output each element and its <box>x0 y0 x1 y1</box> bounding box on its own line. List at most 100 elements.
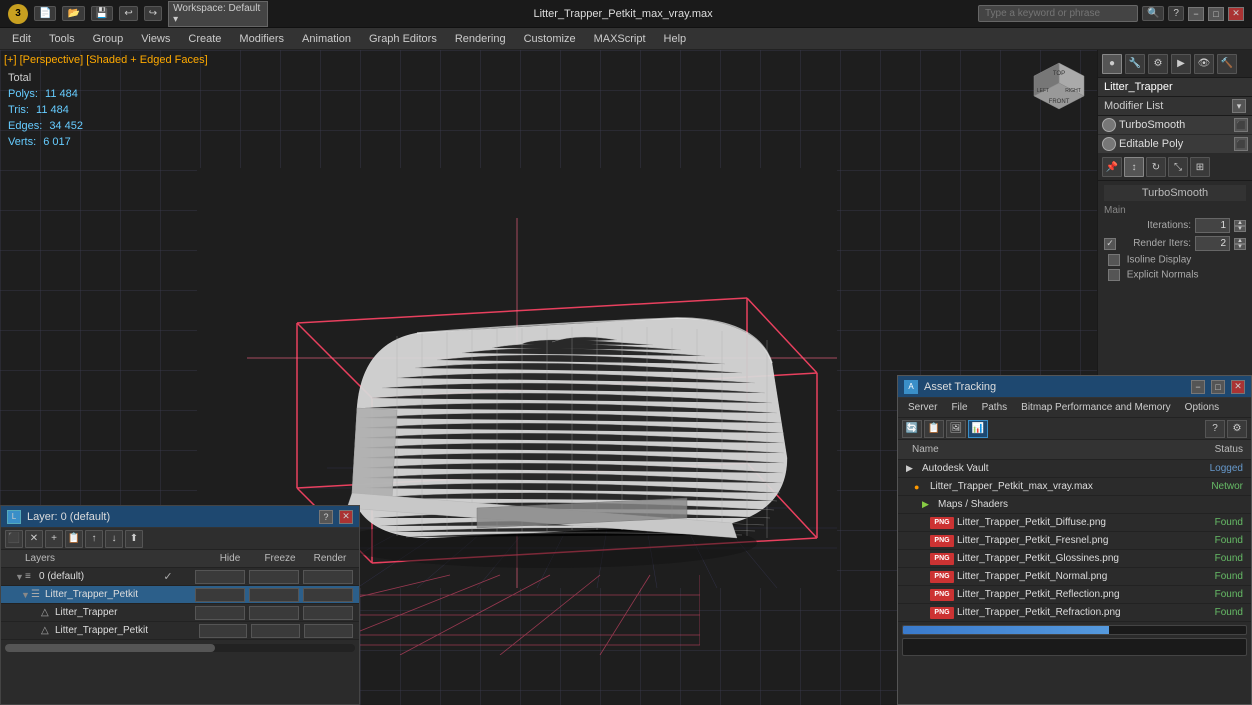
turbosm-explicit-checkbox[interactable] <box>1108 269 1120 281</box>
layers-scrollbar[interactable] <box>5 644 355 652</box>
menu-create[interactable]: Create <box>180 31 229 47</box>
at-menu-paths[interactable]: Paths <box>976 401 1014 414</box>
undo-btn[interactable]: ↩ <box>119 6 137 21</box>
modifier-list-bar[interactable]: Modifier List ▾ <box>1098 97 1252 116</box>
at-tool-settings[interactable]: ⚙ <box>1227 420 1247 438</box>
layers-row-render-2[interactable] <box>303 606 353 620</box>
layers-row-freeze-3[interactable] <box>251 624 300 638</box>
layers-tool-0[interactable]: ⬛ <box>5 530 23 548</box>
layers-row-freeze-2[interactable] <box>249 606 299 620</box>
modifier-list-dropdown[interactable]: ▾ <box>1232 99 1246 113</box>
layers-tool-merge[interactable]: ⬆ <box>125 530 143 548</box>
at-tool-refresh[interactable]: 🔄 <box>902 420 922 438</box>
panel-icon-hierarchy[interactable]: ⚙ <box>1148 54 1168 74</box>
menu-help[interactable]: Help <box>656 31 695 47</box>
layers-row-hide-3[interactable] <box>199 624 248 638</box>
at-row-reflection[interactable]: PNG Litter_Trapper_Petkit_Reflection.png… <box>898 586 1251 604</box>
layers-row-render-1[interactable] <box>303 588 353 602</box>
new-btn[interactable]: 📄 <box>34 6 56 21</box>
transform-rotate[interactable]: ↻ <box>1146 157 1166 177</box>
menu-customize[interactable]: Customize <box>516 31 584 47</box>
search-input[interactable] <box>978 5 1138 22</box>
open-btn[interactable]: 📂 <box>62 6 84 21</box>
minimize-btn[interactable]: − <box>1188 7 1204 21</box>
at-row-normal[interactable]: PNG Litter_Trapper_Petkit_Normal.png Fou… <box>898 568 1251 586</box>
layers-tool-copy[interactable]: 📋 <box>65 530 83 548</box>
at-row-diffuse[interactable]: PNG Litter_Trapper_Petkit_Diffuse.png Fo… <box>898 514 1251 532</box>
at-tool-img[interactable]: 🖼 <box>946 420 966 438</box>
layers-row-hide-0[interactable] <box>195 570 245 584</box>
layers-row-freeze-1[interactable] <box>249 588 299 602</box>
modifier-bulb-edpoly[interactable] <box>1102 137 1116 151</box>
at-row-vault[interactable]: ▶ Autodesk Vault Logged <box>898 460 1251 478</box>
layers-row-render-0[interactable] <box>303 570 353 584</box>
layers-tool-add[interactable]: + <box>45 530 63 548</box>
at-menu-file[interactable]: File <box>945 401 973 414</box>
at-row-maps[interactable]: ▶ Maps / Shaders <box>898 496 1251 514</box>
layers-row-petkit[interactable]: ▼ ☰ Litter_Trapper_Petkit <box>1 586 359 604</box>
at-menu-server[interactable]: Server <box>902 401 943 414</box>
layers-row-render-3[interactable] <box>304 624 353 638</box>
layers-tool-delete[interactable]: ✕ <box>25 530 43 548</box>
menu-group[interactable]: Group <box>85 31 132 47</box>
at-row-fresnel[interactable]: PNG Litter_Trapper_Petkit_Fresnel.png Fo… <box>898 532 1251 550</box>
menu-animation[interactable]: Animation <box>294 31 359 47</box>
transform-offset[interactable]: ⊞ <box>1190 157 1210 177</box>
layers-scrollbar-thumb[interactable] <box>5 644 215 652</box>
transform-move[interactable]: ↕ <box>1124 157 1144 177</box>
menu-graph-editors[interactable]: Graph Editors <box>361 31 445 47</box>
menu-views[interactable]: Views <box>133 31 178 47</box>
transform-scale[interactable]: ⤡ <box>1168 157 1188 177</box>
modifier-bulb-turbosm[interactable] <box>1102 118 1116 132</box>
menu-maxscript[interactable]: MAXScript <box>586 31 654 47</box>
modifier-turbosm[interactable]: TurboSmooth ⬛ <box>1098 116 1252 135</box>
layers-row-hide-1[interactable] <box>195 588 245 602</box>
turbosm-renderiters-checkbox[interactable] <box>1104 238 1116 250</box>
layers-row-petkit-obj[interactable]: △ Litter_Trapper_Petkit <box>1 622 359 640</box>
panel-icon-display2[interactable]: 👁 <box>1194 54 1214 74</box>
workspace-selector[interactable]: Workspace: Default ▾ <box>168 1 268 27</box>
panel-icon-modify[interactable]: 🔧 <box>1125 54 1145 74</box>
nav-cube[interactable]: TOP LEFT RIGHT FRONT <box>1029 58 1089 118</box>
modifier-options-turbosm[interactable]: ⬛ <box>1234 118 1248 132</box>
redo-btn[interactable]: ↪ <box>144 6 162 21</box>
help-btn[interactable]: ? <box>1168 6 1184 21</box>
layers-row-trapper[interactable]: △ Litter_Trapper <box>1 604 359 622</box>
at-min-btn[interactable]: − <box>1191 380 1205 394</box>
turbosm-iterations-input[interactable] <box>1195 218 1230 233</box>
maximize-btn[interactable]: □ <box>1208 7 1224 21</box>
at-row-maxfile[interactable]: ● Litter_Trapper_Petkit_max_vray.max Net… <box>898 478 1251 496</box>
modifier-options-edpoly[interactable]: ⬛ <box>1234 137 1248 151</box>
layers-tool-up[interactable]: ↑ <box>85 530 103 548</box>
turbosm-isoline-checkbox[interactable] <box>1108 254 1120 266</box>
turbosm-iterations-down[interactable]: ▼ <box>1234 226 1246 232</box>
modifier-edpoly[interactable]: Editable Poly ⬛ <box>1098 135 1252 154</box>
at-menu-bitmap[interactable]: Bitmap Performance and Memory <box>1015 401 1177 414</box>
search-btn[interactable]: 🔍 <box>1142 6 1164 21</box>
at-row-refraction[interactable]: PNG Litter_Trapper_Petkit_Refraction.png… <box>898 604 1251 622</box>
save-btn[interactable]: 💾 <box>91 6 113 21</box>
panel-icon-display[interactable]: ● <box>1102 54 1122 74</box>
menu-tools[interactable]: Tools <box>41 31 83 47</box>
menu-rendering[interactable]: Rendering <box>447 31 514 47</box>
turbosm-renderiters-input[interactable] <box>1195 236 1230 251</box>
at-tool-detail[interactable]: 📊 <box>968 420 988 438</box>
layers-tool-down[interactable]: ↓ <box>105 530 123 548</box>
menu-modifiers[interactable]: Modifiers <box>231 31 292 47</box>
layers-row-expand-0[interactable]: ▼ <box>15 572 25 582</box>
layers-row-expand-1[interactable]: ▼ <box>21 590 31 600</box>
close-btn[interactable]: ✕ <box>1228 7 1244 21</box>
layers-row-hide-2[interactable] <box>195 606 245 620</box>
at-tool-help[interactable]: ? <box>1205 420 1225 438</box>
layers-close-btn[interactable]: ✕ <box>339 510 353 524</box>
at-max-btn[interactable]: □ <box>1211 380 1225 394</box>
panel-icon-motion[interactable]: ▶ <box>1171 54 1191 74</box>
menu-edit[interactable]: Edit <box>4 31 39 47</box>
layers-question-btn[interactable]: ? <box>319 510 333 524</box>
layers-row-freeze-0[interactable] <box>249 570 299 584</box>
transform-pin[interactable]: 📌 <box>1102 157 1122 177</box>
at-row-glossines[interactable]: PNG Litter_Trapper_Petkit_Glossines.png … <box>898 550 1251 568</box>
at-tool-list[interactable]: 📋 <box>924 420 944 438</box>
layers-row-default[interactable]: ▼ ≡ 0 (default) ✓ <box>1 568 359 586</box>
at-path-bar[interactable] <box>902 638 1247 656</box>
